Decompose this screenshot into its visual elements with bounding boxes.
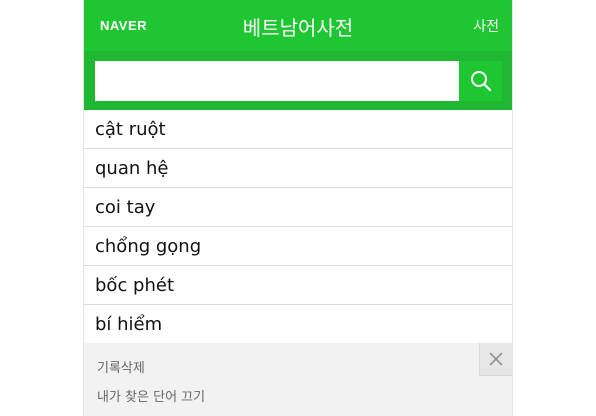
suggestion-item[interactable]: bí hiểm: [84, 305, 512, 344]
close-icon: [489, 352, 503, 366]
history-panel: 기록삭제 내가 찾은 단어 끄기: [84, 343, 512, 416]
suggestion-list: cật ruột quan hệ coi tay chổng gọng bốc …: [84, 110, 512, 344]
header: NAVER 베트남어사전 사전: [84, 0, 512, 51]
suggestion-item[interactable]: coi tay: [84, 188, 512, 227]
dictionary-link[interactable]: 사전: [473, 16, 499, 36]
suggestion-item[interactable]: chổng gọng: [84, 227, 512, 266]
search-input[interactable]: [95, 61, 459, 101]
disable-history-button[interactable]: 내가 찾은 단어 끄기: [97, 386, 205, 405]
dictionary-app: NAVER 베트남어사전 사전 cật ruột quan hệ coi tay…: [83, 0, 513, 416]
search-icon: [470, 71, 491, 92]
close-history-button[interactable]: [479, 343, 512, 376]
suggestion-item[interactable]: cật ruột: [84, 110, 512, 149]
suggestion-item[interactable]: quan hệ: [84, 149, 512, 188]
search-button[interactable]: [459, 61, 502, 101]
delete-history-button[interactable]: 기록삭제: [97, 357, 145, 376]
suggestion-item[interactable]: bốc phét: [84, 266, 512, 305]
page-title: 베트남어사전: [242, 16, 354, 40]
search-bar: [84, 51, 512, 110]
